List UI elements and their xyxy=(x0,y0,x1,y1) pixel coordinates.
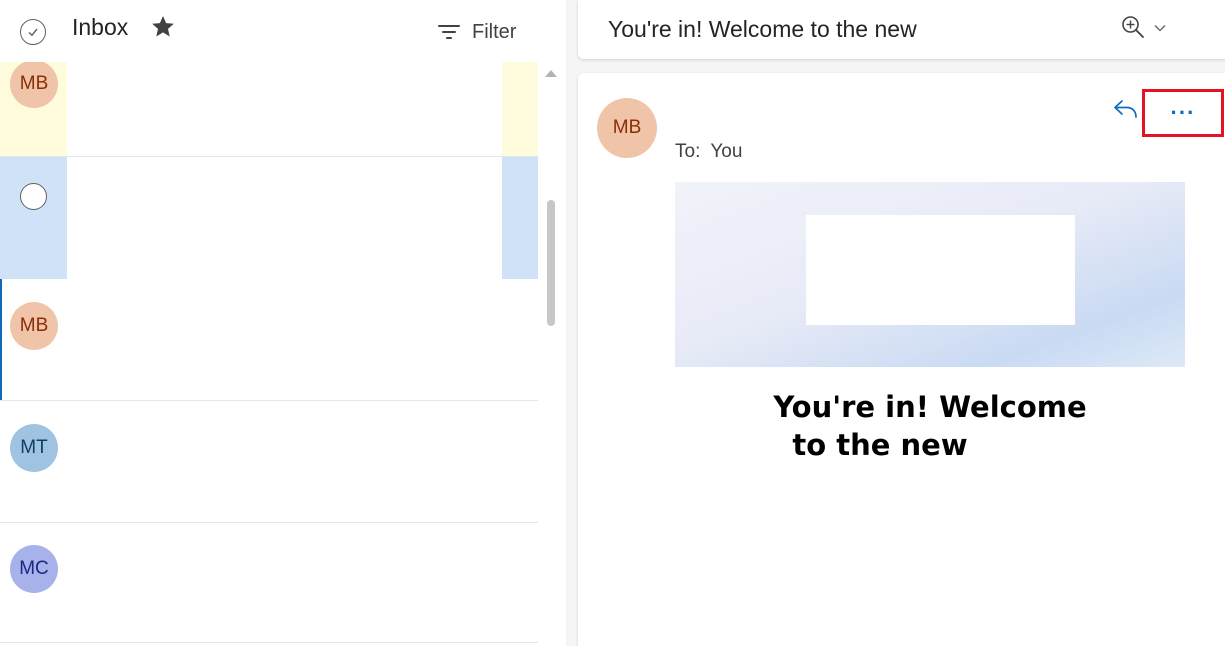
subject-header: You're in! Welcome to the new xyxy=(578,0,1225,59)
message-row[interactable]: MT xyxy=(0,401,538,523)
selected-indicator xyxy=(0,279,2,400)
message-list-scrollbar[interactable] xyxy=(538,62,566,646)
to-recipient[interactable]: You xyxy=(710,141,742,163)
message-row[interactable]: MB xyxy=(0,62,538,157)
avatar: MT xyxy=(10,424,58,472)
zoom-in-icon xyxy=(1120,14,1146,40)
avatar: MB xyxy=(10,302,58,350)
message-list-pane: Inbox Filter MB MB MT MC xyxy=(0,0,566,646)
to-label: To: xyxy=(675,141,701,162)
filter-label: Filter xyxy=(472,20,517,43)
chevron-down-icon xyxy=(1154,20,1166,35)
more-horizontal-icon: ··· xyxy=(1170,100,1196,125)
avatar: MB xyxy=(10,62,58,108)
filter-button[interactable]: Filter xyxy=(438,18,516,46)
message-card: MB ··· To: You You're in! Welcome to the… xyxy=(578,73,1225,646)
message-row[interactable]: MC xyxy=(0,523,538,643)
scroll-up-arrow-icon[interactable] xyxy=(545,70,557,77)
star-icon[interactable] xyxy=(150,14,176,45)
headline-line-1: You're in! Welcome xyxy=(773,390,1087,424)
check-icon xyxy=(28,28,38,37)
message-row[interactable] xyxy=(0,157,538,279)
email-headline: You're in! Welcome to the new xyxy=(675,388,1185,464)
zoom-button[interactable] xyxy=(1120,14,1166,40)
reply-button[interactable] xyxy=(1111,96,1141,124)
banner-logo-placeholder xyxy=(806,215,1075,325)
headline-line-2: to the new xyxy=(792,428,968,462)
scroll-thumb[interactable] xyxy=(547,200,555,326)
email-subject: You're in! Welcome to the new xyxy=(608,16,917,42)
select-message-checkbox[interactable] xyxy=(20,183,47,210)
email-banner-image xyxy=(675,182,1185,367)
recipient-line: To: You xyxy=(675,141,742,163)
folder-title: Inbox xyxy=(72,14,129,40)
avatar: MC xyxy=(10,545,58,593)
select-all-checkbox[interactable] xyxy=(20,19,46,45)
filter-icon xyxy=(438,24,460,40)
message-list-header: Inbox Filter xyxy=(0,0,566,62)
message-row[interactable]: MB xyxy=(0,279,538,401)
reply-arrow-icon xyxy=(1114,100,1137,118)
message-list: MB MB MT MC xyxy=(0,62,538,646)
sender-avatar[interactable]: MB xyxy=(597,98,657,158)
more-actions-button[interactable]: ··· xyxy=(1142,89,1224,137)
